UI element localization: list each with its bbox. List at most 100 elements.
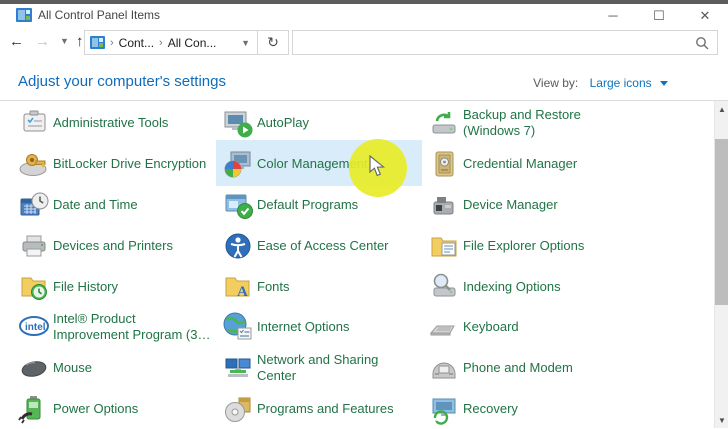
item-label: Credential Manager xyxy=(463,156,577,172)
close-button[interactable]: ✕ xyxy=(682,4,728,27)
control-panel-item[interactable]: Phone and Modem xyxy=(428,348,678,389)
item-label: Power Options xyxy=(53,401,138,417)
up-button[interactable]: ↑ xyxy=(76,32,84,52)
item-label: Indexing Options xyxy=(463,279,561,295)
ease-of-access-icon xyxy=(222,230,254,262)
item-label: File History xyxy=(53,279,118,295)
vertical-scrollbar[interactable]: ▲ ▼ xyxy=(714,101,728,428)
power-options-icon xyxy=(18,393,50,425)
phone-modem-icon xyxy=(428,352,460,384)
control-panel-item[interactable]: Date and Time xyxy=(18,185,222,226)
default-programs-icon xyxy=(222,189,254,221)
file-history-icon xyxy=(18,271,50,303)
mouse-cursor xyxy=(369,155,388,177)
view-by-label: View by: xyxy=(533,76,578,90)
administrative-tools-icon xyxy=(18,107,50,139)
devices-printers-icon xyxy=(18,230,50,262)
breadcrumb-separator-icon: › xyxy=(159,37,163,49)
item-label: Programs and Features xyxy=(257,401,394,417)
view-by-control: View by: Large icons xyxy=(533,76,668,90)
refresh-button[interactable]: ↻ xyxy=(258,30,289,55)
control-panel-item[interactable]: Device Manager xyxy=(428,185,678,226)
scrollbar-up-arrow-icon[interactable]: ▲ xyxy=(715,101,728,117)
address-dropdown-chevron-icon[interactable]: ▼ xyxy=(241,38,250,48)
scrollbar-down-arrow-icon[interactable]: ▼ xyxy=(715,412,728,428)
item-label: Intel® Product Improvement Program (3… xyxy=(53,311,211,343)
control-panel-item[interactable]: File History xyxy=(18,266,222,307)
control-panel-item[interactable]: Mouse xyxy=(18,348,222,389)
control-panel-item[interactable]: BitLocker Drive Encryption xyxy=(18,144,222,185)
view-by-value[interactable]: Large icons xyxy=(590,76,652,90)
bitlocker-icon xyxy=(18,148,50,180)
address-control-panel-icon xyxy=(90,36,105,49)
control-panel-icon xyxy=(16,8,32,22)
control-panel-item[interactable]: Indexing Options xyxy=(428,266,678,307)
control-panel-item[interactable]: AutoPlay xyxy=(222,103,428,144)
item-label: BitLocker Drive Encryption xyxy=(53,156,206,172)
control-panel-item[interactable]: Ease of Access Center xyxy=(222,225,428,266)
color-management-icon xyxy=(222,148,254,180)
item-label: Administrative Tools xyxy=(53,115,168,131)
breadcrumb-segment-all-items[interactable]: All Con... xyxy=(168,36,217,50)
breadcrumb-separator-icon: › xyxy=(110,37,114,49)
control-panel-item[interactable]: Devices and Printers xyxy=(18,225,222,266)
item-label: Recovery xyxy=(463,401,518,417)
window-title: All Control Panel Items xyxy=(38,8,160,22)
intel-icon: intel xyxy=(18,311,50,343)
svg-text:A: A xyxy=(237,284,248,300)
indexing-options-icon xyxy=(428,271,460,303)
control-panel-item[interactable]: Administrative Tools xyxy=(18,103,222,144)
control-panel-item[interactable]: File Explorer Options xyxy=(428,225,678,266)
forward-button[interactable]: → xyxy=(35,32,50,52)
fonts-icon: A xyxy=(222,271,254,303)
view-by-dropdown-arrow-icon[interactable] xyxy=(660,81,668,86)
credential-manager-icon xyxy=(428,148,460,180)
internet-options-icon xyxy=(222,311,254,343)
page-title: Adjust your computer's settings xyxy=(18,73,226,90)
page-header: Adjust your computer's settings View by:… xyxy=(0,58,728,100)
control-panel-item[interactable]: Keyboard xyxy=(428,307,678,348)
address-bar[interactable]: › Cont... › All Con... ▼ xyxy=(84,30,258,55)
control-panel-item[interactable]: Power Options xyxy=(18,389,222,429)
control-panel-item[interactable]: A Fonts xyxy=(222,266,428,307)
programs-features-icon xyxy=(222,393,254,425)
mouse-icon xyxy=(18,352,50,384)
header-divider xyxy=(0,100,728,101)
item-label: Date and Time xyxy=(53,197,138,213)
file-explorer-options-icon xyxy=(428,230,460,262)
backup-restore-icon xyxy=(428,107,460,139)
search-icon xyxy=(695,36,709,50)
network-sharing-icon xyxy=(222,352,254,384)
device-manager-icon xyxy=(428,189,460,221)
control-panel-item[interactable]: Programs and Features xyxy=(222,389,428,429)
recovery-icon xyxy=(428,393,460,425)
autoplay-icon xyxy=(222,107,254,139)
item-label: AutoPlay xyxy=(257,115,309,131)
item-label: File Explorer Options xyxy=(463,238,584,254)
control-panel-item[interactable]: Internet Options xyxy=(222,307,428,348)
item-label: Fonts xyxy=(257,279,290,295)
search-input[interactable] xyxy=(299,33,689,52)
control-panel-item[interactable]: Network and Sharing Center xyxy=(222,348,428,389)
svg-text:intel: intel xyxy=(25,322,46,333)
title-bar: All Control Panel Items ─ ☐ ✕ xyxy=(0,4,728,27)
item-label: Device Manager xyxy=(463,197,558,213)
date-time-icon xyxy=(18,189,50,221)
minimize-button[interactable]: ─ xyxy=(590,4,636,27)
control-panel-item[interactable]: Credential Manager xyxy=(428,144,678,185)
search-box[interactable] xyxy=(292,30,718,55)
item-label: Ease of Access Center xyxy=(257,238,389,254)
scrollbar-thumb[interactable] xyxy=(715,139,728,305)
breadcrumb-segment-control-panel[interactable]: Cont... xyxy=(119,36,154,50)
maximize-button[interactable]: ☐ xyxy=(636,4,682,27)
item-label: Devices and Printers xyxy=(53,238,173,254)
control-panel-item[interactable]: Backup and Restore (Windows 7) xyxy=(428,103,678,144)
item-label: Default Programs xyxy=(257,197,358,213)
recent-pages-chevron-icon[interactable]: ▼ xyxy=(60,36,69,46)
control-panel-item[interactable]: Recovery xyxy=(428,389,678,429)
control-panel-item[interactable]: Default Programs xyxy=(222,185,428,226)
item-label: Backup and Restore (Windows 7) xyxy=(463,107,581,139)
control-panel-item[interactable]: intel Intel® Product Improvement Program … xyxy=(18,307,222,348)
keyboard-icon xyxy=(428,311,460,343)
back-button[interactable]: ← xyxy=(9,32,24,52)
